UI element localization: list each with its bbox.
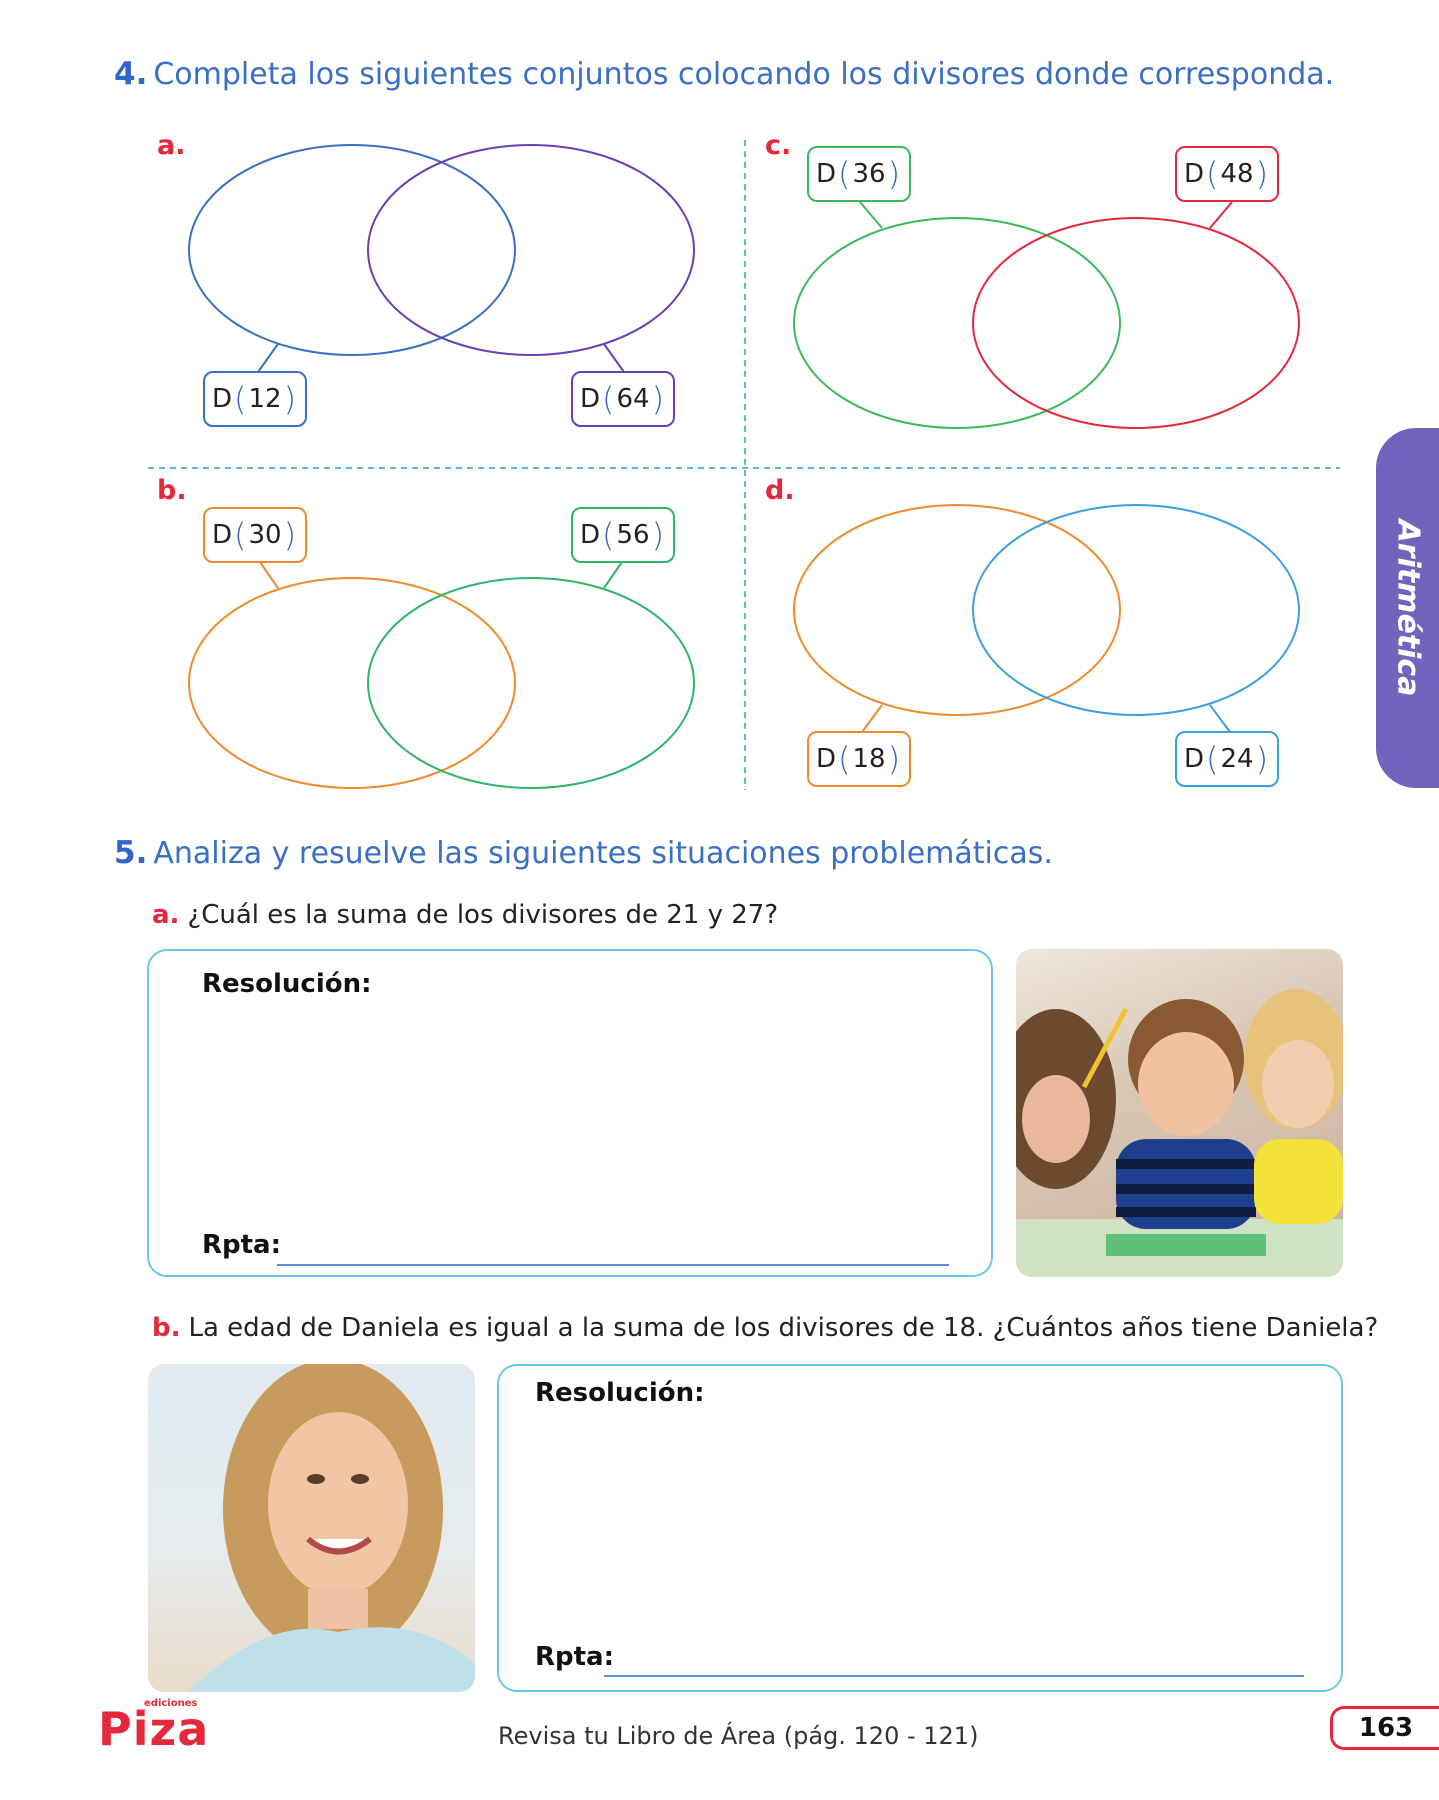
set-ellipse-a-left <box>188 144 516 356</box>
section-letter-d: d. <box>765 475 795 506</box>
question-5-title: 5. Analiza y resuelve las siguientes situ… <box>114 835 1053 871</box>
paren-close: ) <box>651 380 665 418</box>
set-number: 56 <box>616 520 650 550</box>
side-tab-label: Aritmética <box>1390 519 1425 697</box>
paren-close: ) <box>283 516 297 554</box>
logo-text: Piza <box>98 1702 210 1756</box>
d-prefix: D <box>1183 744 1204 774</box>
publisher-logo: Piza ediciones <box>98 1698 210 1756</box>
side-tab: Aritmética <box>1376 428 1439 788</box>
connector-b-right <box>603 561 623 589</box>
section-letter-c: c. <box>765 130 792 161</box>
connector-c-left <box>859 201 883 229</box>
logo-subtext: ediciones <box>144 1698 198 1709</box>
children-illustration <box>1016 989 1343 1277</box>
set-number: 30 <box>248 520 282 550</box>
resolution-label: Resolución: <box>535 1378 705 1408</box>
sub-question-text: La edad de Daniela es igual a la suma de… <box>188 1313 1379 1343</box>
set-ellipse-c-left <box>793 217 1121 429</box>
set-ellipse-d-left <box>793 504 1121 716</box>
paren-open: ( <box>1205 155 1219 193</box>
paren-open: ( <box>601 380 615 418</box>
d-prefix: D <box>211 520 232 550</box>
paren-close: ) <box>887 155 901 193</box>
connector-b-left <box>259 561 279 589</box>
paren-open: ( <box>233 516 247 554</box>
set-ellipse-c-right <box>972 217 1300 429</box>
connector-a-left <box>257 343 279 373</box>
resolution-box-a[interactable]: Resolución: Rpta: <box>147 949 993 1277</box>
paren-open: ( <box>837 155 851 193</box>
set-number: 24 <box>1220 744 1254 774</box>
paren-open: ( <box>1205 740 1219 778</box>
paren-open: ( <box>601 516 615 554</box>
divisor-label-c-right: D(48) <box>1175 146 1279 202</box>
answer-line[interactable] <box>604 1675 1304 1677</box>
connector-a-right <box>603 343 625 373</box>
set-ellipse-b-right <box>367 577 695 789</box>
d-prefix: D <box>815 159 836 189</box>
set-number: 12 <box>248 384 282 414</box>
paren-close: ) <box>283 380 297 418</box>
paren-close: ) <box>651 516 665 554</box>
resolution-box-b[interactable]: Resolución: Rpta: <box>497 1364 1343 1692</box>
paren-close: ) <box>1255 740 1269 778</box>
question-number: 5. <box>114 835 148 871</box>
set-ellipse-a-right <box>367 144 695 356</box>
divisor-label-d-right: D(24) <box>1175 731 1279 787</box>
paren-close: ) <box>1255 155 1269 193</box>
section-letter-b: b. <box>157 475 187 506</box>
d-prefix: D <box>1183 159 1204 189</box>
set-number: 36 <box>852 159 886 189</box>
answer-line[interactable] <box>277 1264 949 1266</box>
d-prefix: D <box>211 384 232 414</box>
answer-label: Rpta: <box>535 1642 615 1672</box>
connector-d-left <box>861 704 883 733</box>
connector-c-right <box>1209 201 1233 229</box>
resolution-label: Resolución: <box>202 969 372 999</box>
divisor-label-c-left: D(36) <box>807 146 911 202</box>
review-reference: Revisa tu Libro de Área (pág. 120 - 121) <box>498 1722 979 1750</box>
children-photo <box>1016 949 1343 1277</box>
d-prefix: D <box>815 744 836 774</box>
woman-illustration <box>188 1364 475 1692</box>
divisor-label-b-left: D(30) <box>203 507 307 563</box>
paren-close: ) <box>887 740 901 778</box>
d-prefix: D <box>579 520 600 550</box>
set-number: 64 <box>616 384 650 414</box>
set-ellipse-d-right <box>972 504 1300 716</box>
page-number: 163 <box>1330 1706 1439 1750</box>
sub-question-letter: a. <box>152 900 180 930</box>
set-ellipse-b-left <box>188 577 516 789</box>
sub-question-letter: b. <box>152 1313 181 1343</box>
section-letter-a: a. <box>157 130 186 161</box>
set-number: 48 <box>1220 159 1254 189</box>
question-instruction: Analiza y resuelve las siguientes situac… <box>153 836 1053 871</box>
sub-question-text: ¿Cuál es la suma de los divisores de 21 … <box>187 900 779 930</box>
divisor-label-a-right: D(64) <box>571 371 675 427</box>
sub-question-b: b. La edad de Daniela es igual a la suma … <box>152 1313 1378 1343</box>
woman-photo <box>148 1364 475 1692</box>
d-prefix: D <box>579 384 600 414</box>
divisor-label-d-left: D(18) <box>807 731 911 787</box>
paren-open: ( <box>233 380 247 418</box>
answer-label: Rpta: <box>202 1230 282 1260</box>
set-number: 18 <box>852 744 886 774</box>
connector-d-right <box>1209 704 1231 733</box>
sub-question-a: a. ¿Cuál es la suma de los divisores de 2… <box>152 900 778 930</box>
divisor-label-b-right: D(56) <box>571 507 675 563</box>
paren-open: ( <box>837 740 851 778</box>
divisor-label-a-left: D(12) <box>203 371 307 427</box>
